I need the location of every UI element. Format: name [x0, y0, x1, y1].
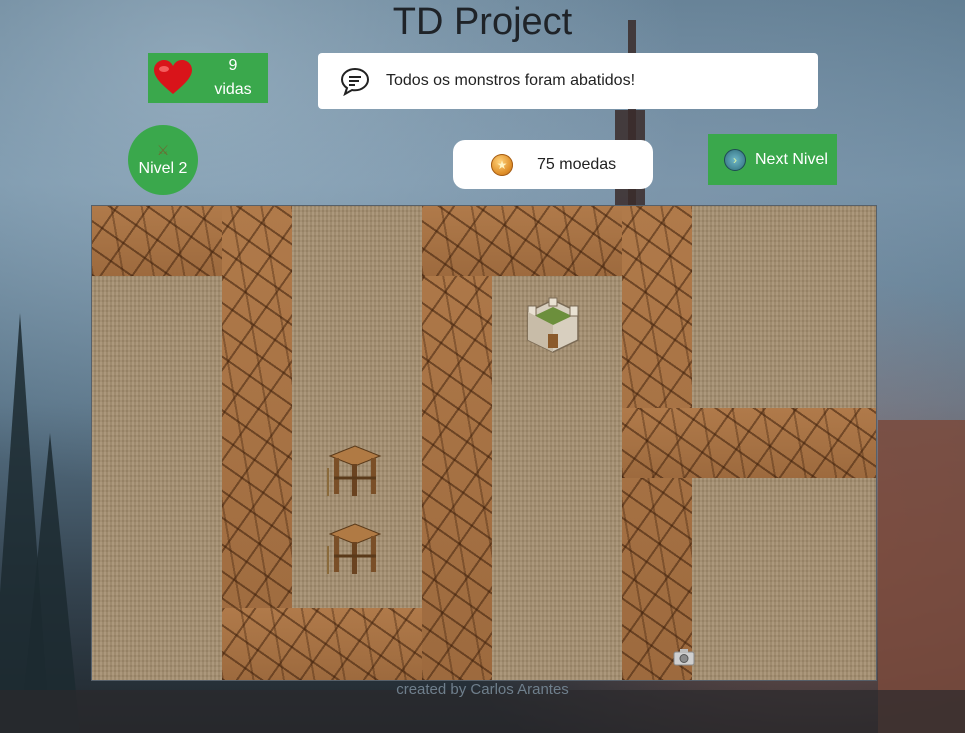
- path-segment: [622, 408, 876, 478]
- level-label: Nivel 2: [138, 160, 188, 177]
- chat-icon: [340, 67, 370, 96]
- coins-label: 75 moedas: [537, 155, 617, 173]
- coins-panel: ★ 75 moedas: [453, 140, 653, 189]
- castle-tower[interactable]: [522, 294, 584, 356]
- lives-panel: 9 vidas: [148, 53, 268, 103]
- heart-icon: [148, 53, 198, 103]
- swords-icon: ⚔: [156, 142, 170, 158]
- game-board[interactable]: [91, 205, 877, 681]
- lives-label: vidas: [214, 81, 252, 98]
- path-segment: [422, 206, 492, 680]
- arrow-right-icon: ›: [724, 148, 746, 171]
- coin-icon: ★: [491, 153, 513, 176]
- footer-credit: created by Carlos Arantes: [396, 681, 569, 698]
- wooden-tower[interactable]: [324, 516, 386, 578]
- message-box: Todos os monstros foram abatidos!: [318, 53, 818, 109]
- page-title: TD Project: [392, 1, 573, 43]
- lives-count: 9: [228, 57, 238, 74]
- camera-icon[interactable]: [673, 648, 695, 666]
- lives-text: 9 vidas: [198, 54, 268, 102]
- level-badge: ⚔ Nivel 2: [128, 125, 198, 195]
- message-text: Todos os monstros foram abatidos!: [386, 72, 636, 89]
- next-level-label: Next Nivel: [755, 150, 828, 168]
- next-level-button[interactable]: › Next Nivel: [708, 134, 837, 185]
- wooden-tower[interactable]: [324, 438, 386, 500]
